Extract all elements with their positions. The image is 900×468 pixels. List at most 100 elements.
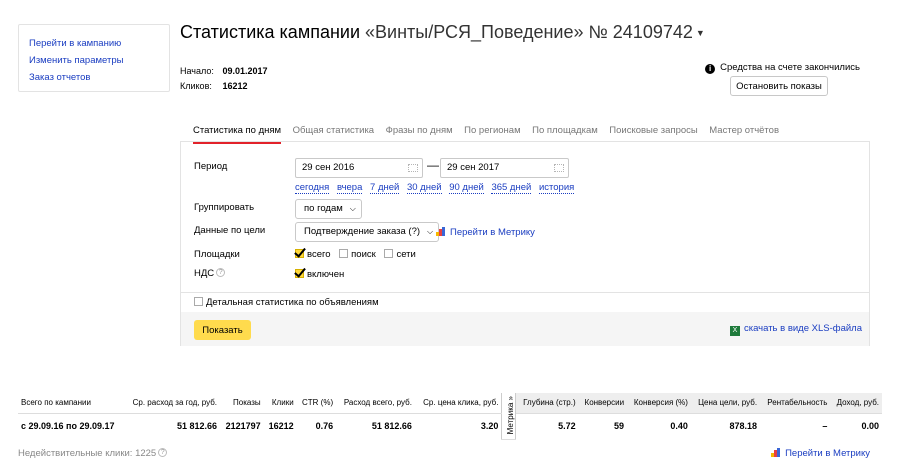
date-to-input[interactable]: 29 сен 2017 [440, 158, 569, 178]
col-header[interactable]: Рентабельность [760, 393, 831, 414]
place-search-option[interactable]: поиск [339, 249, 376, 260]
col-header[interactable]: Расход всего, руб. [336, 393, 415, 414]
group-label: Группировать [194, 202, 255, 213]
table-row: с 29.09.16 по 29.09.17 51 812.66 2121797… [18, 413, 882, 439]
checkbox-checked[interactable] [295, 249, 304, 258]
clicks-info: Кликов: 16212 [180, 81, 248, 91]
place-network-option[interactable]: сети [384, 249, 416, 260]
col-header[interactable]: Конверсия (%) [627, 393, 691, 414]
xls-download-link[interactable]: скачать в виде XLS-файла [744, 323, 862, 334]
go-to-campaign-link[interactable]: Перейти в кампанию [29, 35, 169, 52]
help-icon[interactable]: ? [216, 268, 226, 277]
table-cell: – [822, 421, 828, 432]
col-header: Всего по кампании [18, 393, 124, 414]
goal-label: Данные по цели [194, 225, 266, 236]
start-date-label: Начало: [180, 66, 214, 76]
calendar-icon[interactable] [408, 164, 418, 172]
chevron-down-icon: ⌵ [426, 227, 434, 236]
col-header[interactable]: CTR (%) [296, 393, 337, 414]
funds-notice: i Средства на счете закончились [705, 62, 860, 74]
checkbox[interactable] [339, 249, 349, 258]
checkbox-checked[interactable] [295, 269, 304, 278]
campaign-actions-panel: Перейти в кампанию Изменить параметры За… [18, 24, 170, 92]
goal-select-value: Подтверждение заказа (?) [304, 226, 421, 237]
table-cell: 878.18 [729, 421, 758, 432]
period-today-link[interactable]: сегодня [295, 182, 330, 194]
vat-option-label: включен [307, 269, 345, 280]
table-cell: 5.72 [558, 421, 576, 432]
show-button[interactable]: Показать [194, 320, 251, 340]
calendar-icon[interactable] [554, 164, 564, 172]
period-label: Период [194, 161, 228, 172]
help-icon[interactable]: ? [158, 448, 168, 457]
excel-icon: X [729, 326, 740, 336]
stats-table: Всего по кампании Ср. расход за год, руб… [18, 393, 882, 440]
col-header[interactable]: Конверсии [578, 393, 628, 414]
col-header[interactable]: Цена цели, руб. [690, 393, 761, 414]
vat-label: НДС [194, 268, 215, 279]
period-history-link[interactable]: история [538, 182, 575, 194]
places-options: всего поиск сети [295, 249, 422, 260]
detail-stats-option[interactable]: Детальная статистика по объявлениям [194, 297, 379, 308]
table-cell: 59 [614, 421, 625, 432]
start-date-info: Начало: 09.01.2017 [180, 66, 268, 76]
period-30days-link[interactable]: 30 дней [406, 182, 442, 194]
date-range-dash: — [427, 158, 439, 172]
tab-report-wizard[interactable]: Мастер отчётов [709, 125, 779, 142]
metrika-bottom-link-wrap: Перейти в Метрику [771, 448, 870, 459]
table-cell: с 29.09.16 по 29.09.17 [21, 421, 115, 432]
quick-periods: сегодня вчера 7 дней 30 дней 90 дней 365… [295, 182, 579, 194]
metrika-link[interactable]: Перейти в Метрику [450, 227, 535, 238]
tab-search-queries[interactable]: Поисковые запросы [609, 125, 697, 142]
place-all-label: всего [307, 249, 331, 260]
metrika-bottom-link[interactable]: Перейти в Метрику [785, 448, 870, 459]
checkbox[interactable] [384, 249, 394, 258]
order-reports-link[interactable]: Заказ отчетов [29, 69, 169, 86]
period-7days-link[interactable]: 7 дней [370, 182, 400, 194]
goal-select[interactable]: Подтверждение заказа (?) ⌵ [295, 222, 440, 242]
invalid-clicks-text: Недействительные клики: 1225 [18, 448, 157, 459]
place-all-option[interactable]: всего [295, 249, 331, 260]
date-from-value: 29 сен 2016 [302, 162, 355, 173]
metrika-toggle-label: Метрика » [506, 395, 516, 434]
page-title-prefix: Статистика кампании [180, 22, 360, 42]
period-90days-link[interactable]: 90 дней [449, 182, 484, 194]
date-from-input[interactable]: 29 сен 2016 [295, 158, 423, 178]
table-cell: 0.00 [861, 421, 879, 432]
info-icon: i [705, 64, 716, 74]
metrika-icon [771, 448, 781, 457]
date-to-value: 29 сен 2017 [447, 162, 500, 173]
checkbox[interactable] [194, 297, 203, 306]
filters-footer: Показать Xскачать в виде XLS-файла [181, 312, 869, 346]
col-header[interactable]: Ср. расход за год, руб. [123, 393, 220, 414]
vat-label-wrap: НДС? [194, 268, 226, 279]
table-cell: 0.76 [315, 421, 334, 432]
tab-by-region[interactable]: По регионам [464, 125, 520, 142]
place-network-label: сети [396, 249, 416, 260]
caret-down-icon[interactable]: ▼ [696, 28, 705, 38]
start-date-value: 09.01.2017 [222, 66, 268, 76]
chevron-down-icon: ⌵ [349, 204, 356, 213]
group-select-value: по годам [304, 203, 343, 214]
vat-option[interactable]: включен [295, 269, 344, 280]
tab-general-stats[interactable]: Общая статистика [293, 125, 375, 142]
campaign-name-dropdown[interactable]: «Винты/РСЯ_Поведение» № 24109742 [365, 22, 693, 42]
col-header[interactable]: Доход, руб. [830, 393, 882, 414]
tab-by-placement[interactable]: По площадкам [532, 125, 598, 142]
col-header[interactable]: Клики [263, 393, 297, 414]
filters-panel: Период 29 сен 2016 — 29 сен 2017 сегодня… [180, 141, 870, 346]
funds-notice-text: Средства на счете закончились [720, 62, 860, 73]
period-365days-link[interactable]: 365 дней [491, 182, 532, 194]
col-header[interactable]: Показы [220, 393, 264, 414]
metrika-toggle[interactable]: Метрика » [501, 393, 517, 440]
stop-ads-button[interactable]: Остановить показы [730, 76, 828, 96]
edit-params-link[interactable]: Изменить параметры [29, 52, 169, 69]
group-select[interactable]: по годам ⌵ [295, 199, 362, 219]
col-header[interactable]: Глубина (стр.) [515, 393, 579, 414]
tab-phrases-daily[interactable]: Фразы по дням [386, 125, 453, 142]
col-header[interactable]: Ср. цена клика, руб. [414, 393, 502, 414]
period-yesterday-link[interactable]: вчера [336, 182, 363, 194]
page-title: Статистика кампании «Винты/РСЯ_Поведение… [180, 22, 705, 43]
table-cell: 51 812.66 [371, 421, 412, 432]
table-cell: 2121797 [225, 421, 261, 432]
